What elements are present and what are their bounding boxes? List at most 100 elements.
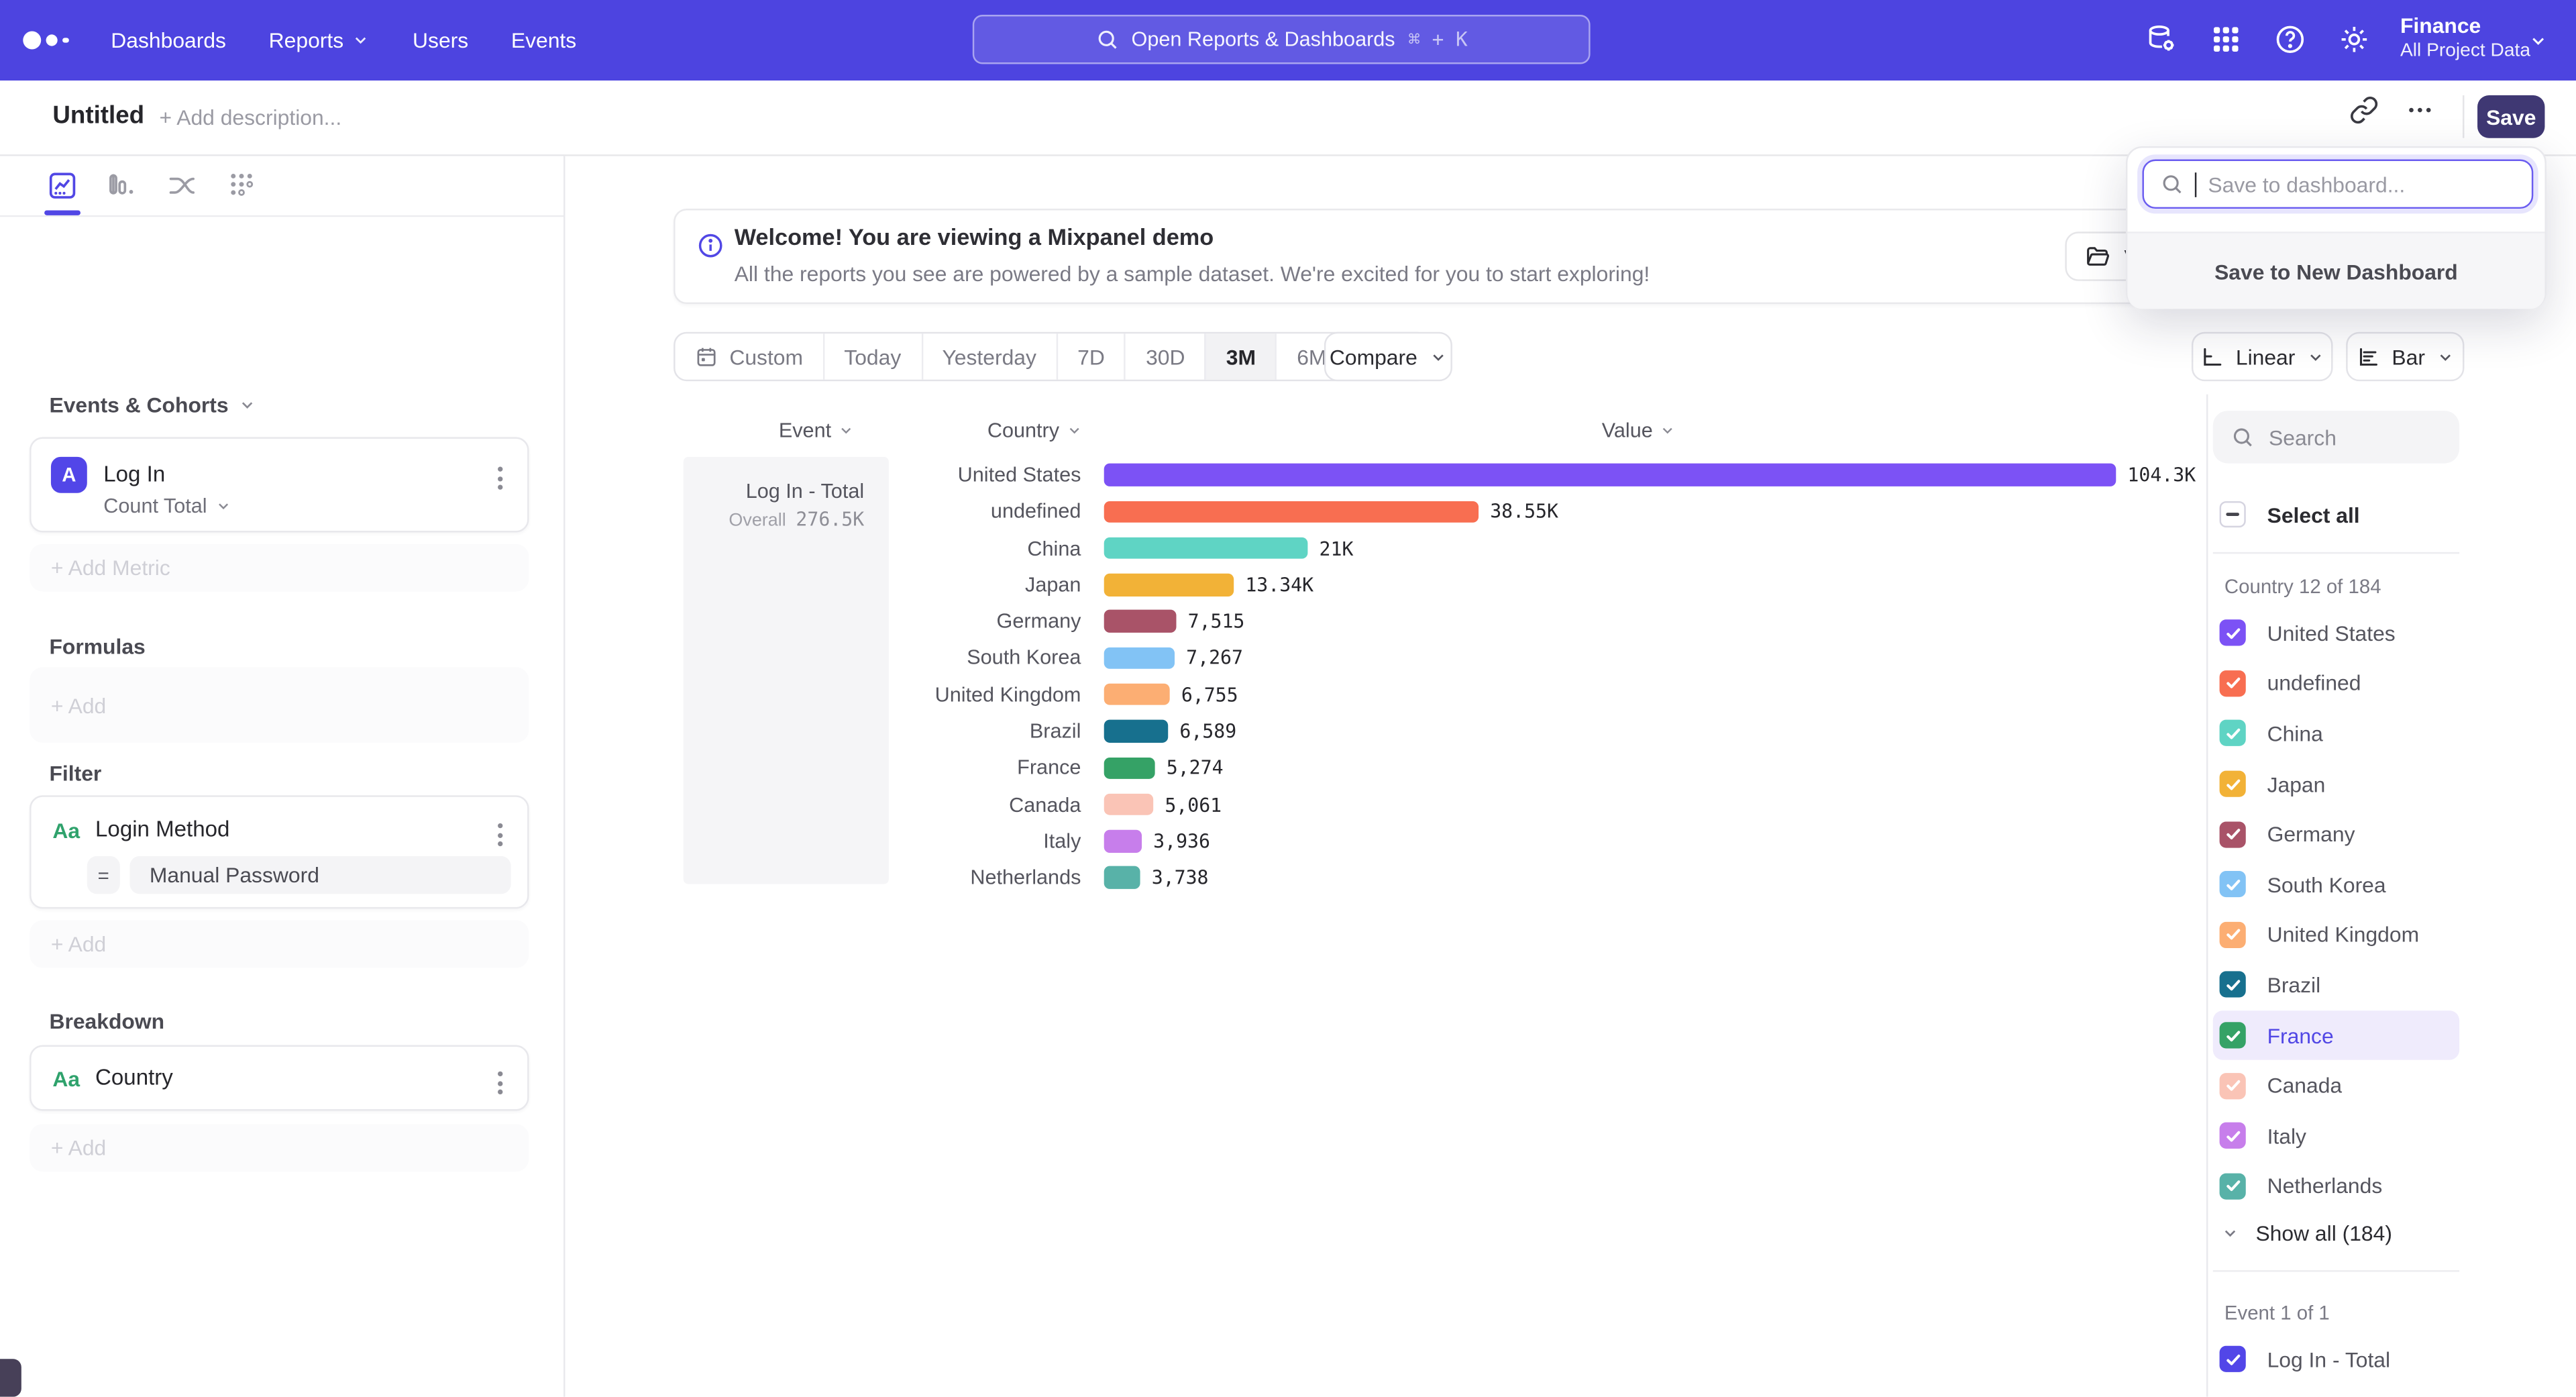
legend-row-canada[interactable]: Canada [2213,1060,2459,1110]
events-section-label[interactable]: Events & Cohorts [49,393,256,417]
add-formula-button[interactable]: + Add [30,667,529,743]
project-switcher[interactable]: Finance All Project Data [2400,13,2530,64]
event-series-panel[interactable]: Log In - Total Overall 276.5K [684,457,889,884]
save-dashboard-search-input[interactable]: Save to dashboard... [2142,160,2533,209]
filter-property-name[interactable]: Login Method [95,817,229,841]
legend-row-netherlands[interactable]: Netherlands [2213,1161,2459,1211]
country-checkbox[interactable] [2220,620,2246,646]
filter-value-chip[interactable]: Manual Password [129,856,511,894]
legend-row-united-states[interactable]: United States [2213,608,2459,658]
country-checkbox[interactable] [2220,872,2246,898]
select-all-checkbox[interactable] [2220,501,2246,527]
show-all-toggle[interactable]: Show all (184) [2221,1221,2392,1246]
chart-type-button[interactable]: Bar [2346,332,2464,381]
legend-row-china[interactable]: China [2213,709,2459,759]
bar[interactable] [1104,757,1155,779]
tab-flows[interactable] [166,169,199,202]
country-checkbox[interactable] [2220,771,2246,797]
country-checkbox[interactable] [2220,670,2246,696]
legend-row-undefined[interactable]: undefined [2213,658,2459,709]
breakdown-options-icon[interactable] [493,1066,508,1099]
country-label: Japan [2267,772,2326,796]
tab-insights[interactable] [46,169,79,202]
bar[interactable] [1104,574,1234,596]
legend-row-italy[interactable]: Italy [2213,1110,2459,1161]
filter-operator-chip[interactable]: = [87,856,120,894]
add-breakdown-button[interactable]: + Add [30,1124,529,1172]
column-header-event[interactable]: Event [779,419,855,442]
column-header-country[interactable]: Country [987,419,1083,442]
add-description-field[interactable]: + Add description... [160,105,342,130]
apps-grid-icon[interactable] [2210,23,2243,56]
add-metric-button[interactable]: + Add Metric [30,544,529,592]
legend-row-germany[interactable]: Germany [2213,809,2459,860]
copy-link-icon[interactable] [2349,95,2379,125]
save-to-new-dashboard-button[interactable]: Save to New Dashboard [2127,234,2544,309]
legend-row-south-korea[interactable]: South Korea [2213,860,2459,910]
country-checkbox[interactable] [2220,922,2246,948]
bar[interactable] [1104,684,1170,706]
metric-options-icon[interactable] [493,462,508,495]
scale-selector-button[interactable]: Linear [2192,332,2333,381]
country-checkbox[interactable] [2220,821,2246,847]
filter-options-icon[interactable] [493,819,508,851]
global-search-input[interactable]: Open Reports & Dashboards ⌘ + K [973,15,1591,64]
country-checkbox[interactable] [2220,1173,2246,1199]
legend-search-input[interactable]: Search [2213,411,2459,463]
event-checkbox[interactable] [2220,1346,2246,1372]
data-management-icon[interactable] [2145,23,2178,56]
filter-card-login-method[interactable]: Aa Login Method = Manual Password [30,795,529,909]
bar[interactable] [1104,501,1479,523]
metric-aggregation-dropdown[interactable]: Count Total [103,495,231,517]
column-header-value[interactable]: Value [1602,419,1676,442]
tab-retention[interactable] [225,169,258,202]
bar[interactable] [1104,464,2116,486]
add-filter-button[interactable]: + Add [30,920,529,968]
tab-funnels[interactable] [105,169,138,202]
compare-button[interactable]: Compare [1324,332,1452,381]
country-checkbox[interactable] [2220,1022,2246,1048]
legend-row-japan[interactable]: Japan [2213,759,2459,809]
settings-gear-icon[interactable] [2338,23,2371,56]
bar[interactable] [1104,611,1177,633]
save-button[interactable]: Save [2477,95,2544,138]
breakdown-card-country[interactable]: Aa Country [30,1045,529,1111]
help-icon[interactable] [2273,23,2306,56]
metric-card-log-in[interactable]: A Log In Count Total [30,437,529,532]
report-title[interactable]: Untitled [52,102,144,130]
legend-row-united-kingdom[interactable]: United Kingdom [2213,910,2459,960]
mixpanel-logo-icon[interactable] [23,32,68,50]
legend-row-brazil[interactable]: Brazil [2213,960,2459,1011]
legend-event-row[interactable]: Log In - Total [2220,1346,2391,1372]
nav-item-reports[interactable]: Reports [269,28,370,53]
bar[interactable] [1104,537,1308,560]
range-today[interactable]: Today [822,333,920,380]
nav-item-users[interactable]: Users [413,28,468,53]
nav-menu: Dashboards Reports Users Events [68,28,577,53]
country-checkbox[interactable] [2220,721,2246,747]
nav-item-dashboards[interactable]: Dashboards [111,28,226,53]
range-30d[interactable]: 30D [1124,333,1205,380]
breakdown-section-label: Breakdown [49,1009,164,1034]
bar[interactable] [1104,647,1175,669]
bar[interactable] [1104,866,1140,888]
range-7d[interactable]: 7D [1056,333,1124,380]
bar[interactable] [1104,720,1169,742]
bottom-left-widget[interactable] [0,1359,21,1396]
bar[interactable] [1104,793,1153,815]
range-3m[interactable]: 3M [1205,333,1275,380]
country-checkbox[interactable] [2220,1123,2246,1149]
country-checkbox[interactable] [2220,1072,2246,1098]
range-yesterday[interactable]: Yesterday [921,333,1057,380]
metric-event-name[interactable]: Log In [103,462,165,486]
nav-item-events[interactable]: Events [511,28,576,53]
country-checkbox[interactable] [2220,972,2246,998]
breakdown-property-name[interactable]: Country [95,1065,173,1090]
bar[interactable] [1104,830,1142,852]
range-custom[interactable]: Custom [676,333,823,380]
bar-row-italy: Italy3,936 [896,823,2210,860]
more-options-icon[interactable] [2405,95,2434,125]
select-all-row[interactable]: Select all [2220,501,2360,527]
string-property-icon: Aa [52,1066,80,1091]
legend-row-france[interactable]: France [2213,1011,2459,1061]
